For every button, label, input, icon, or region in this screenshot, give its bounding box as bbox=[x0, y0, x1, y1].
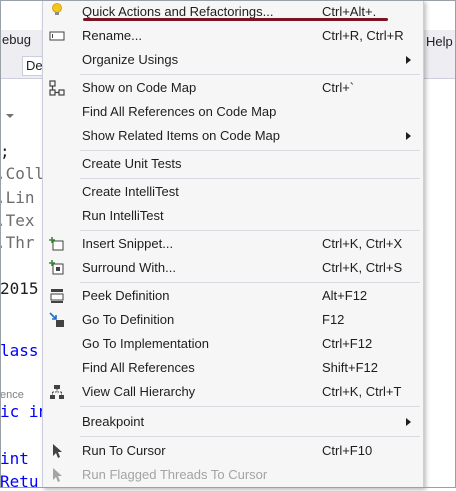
menu-item-label: Breakpoint bbox=[82, 414, 145, 429]
code-line: ; bbox=[0, 142, 10, 161]
menu-item-label: Go To Implementation bbox=[82, 336, 209, 351]
menu-item-shortcut: F12 bbox=[322, 312, 345, 327]
menu-item-shortcut: Shift+F12 bbox=[322, 360, 379, 375]
menu-item-label: Organize Usings bbox=[82, 52, 179, 67]
menu-item-shortcut: Ctrl+F10 bbox=[322, 443, 373, 458]
menu-item-show-related-items[interactable]: Show Related Items on Code Map bbox=[43, 124, 423, 148]
menu-item-label: Find All References bbox=[82, 360, 195, 375]
peek-definition-icon bbox=[50, 289, 64, 303]
menu-item-label: Create IntelliTest bbox=[82, 184, 179, 199]
menu-item-create-intellitest[interactable]: Create IntelliTest bbox=[43, 180, 423, 204]
lightbulb-icon bbox=[52, 3, 62, 15]
menu-separator bbox=[80, 282, 420, 283]
menu-debug-fragment[interactable]: ebug bbox=[2, 32, 31, 47]
run-flagged-threads-icon bbox=[53, 468, 62, 482]
menu-item-label: Surround With... bbox=[82, 260, 176, 275]
code-line: lass bbox=[0, 341, 39, 360]
menu-item-shortcut: Ctrl+K, Ctrl+T bbox=[322, 384, 402, 399]
menu-item-view-call-hierarchy[interactable]: View Call Hierarchy Ctrl+K, Ctrl+T bbox=[43, 380, 423, 404]
menu-item-peek-definition[interactable]: Peek Definition Alt+F12 bbox=[43, 284, 423, 308]
code-lens-hint[interactable]: ence bbox=[0, 389, 24, 401]
menu-item-insert-snippet[interactable]: Insert Snippet... Ctrl+K, Ctrl+X bbox=[43, 232, 423, 256]
right-toolbar-area: Help bbox=[424, 30, 456, 78]
submenu-arrow-icon bbox=[406, 56, 411, 64]
menu-item-rename[interactable]: Rename... Ctrl+R, Ctrl+R bbox=[43, 24, 423, 48]
code-line: 2015 bbox=[0, 279, 39, 298]
menu-item-go-to-implementation[interactable]: Go To Implementation Ctrl+F12 bbox=[43, 332, 423, 356]
menu-item-find-all-references[interactable]: Find All References Shift+F12 bbox=[43, 356, 423, 380]
menu-item-label: Run Flagged Threads To Cursor bbox=[82, 467, 268, 482]
menu-item-find-all-references-on-code-map[interactable]: Find All References on Code Map bbox=[43, 100, 423, 124]
menu-item-shortcut: Ctrl+R, Ctrl+R bbox=[322, 28, 404, 43]
menu-item-label: Show Related Items on Code Map bbox=[82, 128, 280, 143]
menu-item-surround-with[interactable]: Surround With... Ctrl+K, Ctrl+S bbox=[43, 256, 423, 280]
menu-item-label: Find All References on Code Map bbox=[82, 104, 277, 119]
editor-context-menu: Quick Actions and Refactorings... Ctrl+A… bbox=[42, 0, 424, 488]
code-line: .Thr bbox=[0, 233, 35, 252]
snippet-icon bbox=[49, 237, 64, 251]
menu-item-run-intellitest[interactable]: Run IntelliTest bbox=[43, 204, 423, 228]
code-line: Retu bbox=[0, 472, 39, 491]
code-line: .Coll bbox=[0, 164, 45, 183]
go-to-definition-icon bbox=[49, 312, 64, 327]
menu-item-shortcut: Ctrl+K, Ctrl+S bbox=[322, 260, 403, 275]
submenu-arrow-icon bbox=[406, 418, 411, 426]
code-line: .Lin bbox=[0, 188, 35, 207]
menu-item-label: Go To Definition bbox=[82, 312, 175, 327]
menu-item-label: Create Unit Tests bbox=[82, 156, 182, 171]
menu-separator bbox=[80, 150, 420, 151]
highlight-underline bbox=[83, 18, 388, 21]
menu-item-shortcut: Ctrl+K, Ctrl+X bbox=[322, 236, 403, 251]
code-map-icon bbox=[49, 80, 65, 96]
menu-item-breakpoint[interactable]: Breakpoint bbox=[43, 410, 423, 434]
code-line: ic in bbox=[0, 402, 49, 421]
menu-item-shortcut: Alt+F12 bbox=[322, 288, 368, 303]
menu-item-organize-usings[interactable]: Organize Usings bbox=[43, 48, 423, 72]
menu-item-label: Run To Cursor bbox=[82, 443, 166, 458]
menu-separator bbox=[80, 74, 420, 75]
menu-separator bbox=[80, 230, 420, 231]
menu-item-run-flagged-threads-to-cursor[interactable]: Run Flagged Threads To Cursor bbox=[43, 463, 423, 487]
menu-item-go-to-definition[interactable]: Go To Definition F12 bbox=[43, 308, 423, 332]
menu-separator bbox=[80, 178, 420, 179]
menu-item-label: Insert Snippet... bbox=[82, 236, 174, 251]
menu-item-show-on-code-map[interactable]: Show on Code Map Ctrl+` bbox=[43, 76, 423, 100]
menu-separator bbox=[80, 436, 420, 437]
toolbar-dropdown-arrow-icon[interactable] bbox=[6, 114, 14, 118]
run-to-cursor-icon bbox=[53, 444, 62, 458]
surround-icon bbox=[49, 260, 64, 275]
menu-item-label: Peek Definition bbox=[82, 288, 170, 303]
submenu-arrow-icon bbox=[406, 132, 411, 140]
menu-item-shortcut: Ctrl+` bbox=[322, 80, 355, 95]
menu-item-label: View Call Hierarchy bbox=[82, 384, 196, 399]
menu-item-label: Show on Code Map bbox=[82, 80, 197, 95]
code-line: .Tex bbox=[0, 211, 35, 230]
menu-item-shortcut: Ctrl+F12 bbox=[322, 336, 373, 351]
menu-item-label: Run IntelliTest bbox=[82, 208, 164, 223]
call-hierarchy-icon bbox=[50, 385, 64, 399]
rename-icon bbox=[49, 31, 65, 41]
menu-item-create-unit-tests[interactable]: Create Unit Tests bbox=[43, 152, 423, 176]
menu-help-fragment[interactable]: Help bbox=[426, 34, 453, 49]
menu-item-run-to-cursor[interactable]: Run To Cursor Ctrl+F10 bbox=[43, 439, 423, 463]
code-line: int bbox=[0, 449, 29, 468]
menu-separator bbox=[80, 406, 420, 407]
menu-item-label: Rename... bbox=[82, 28, 142, 43]
